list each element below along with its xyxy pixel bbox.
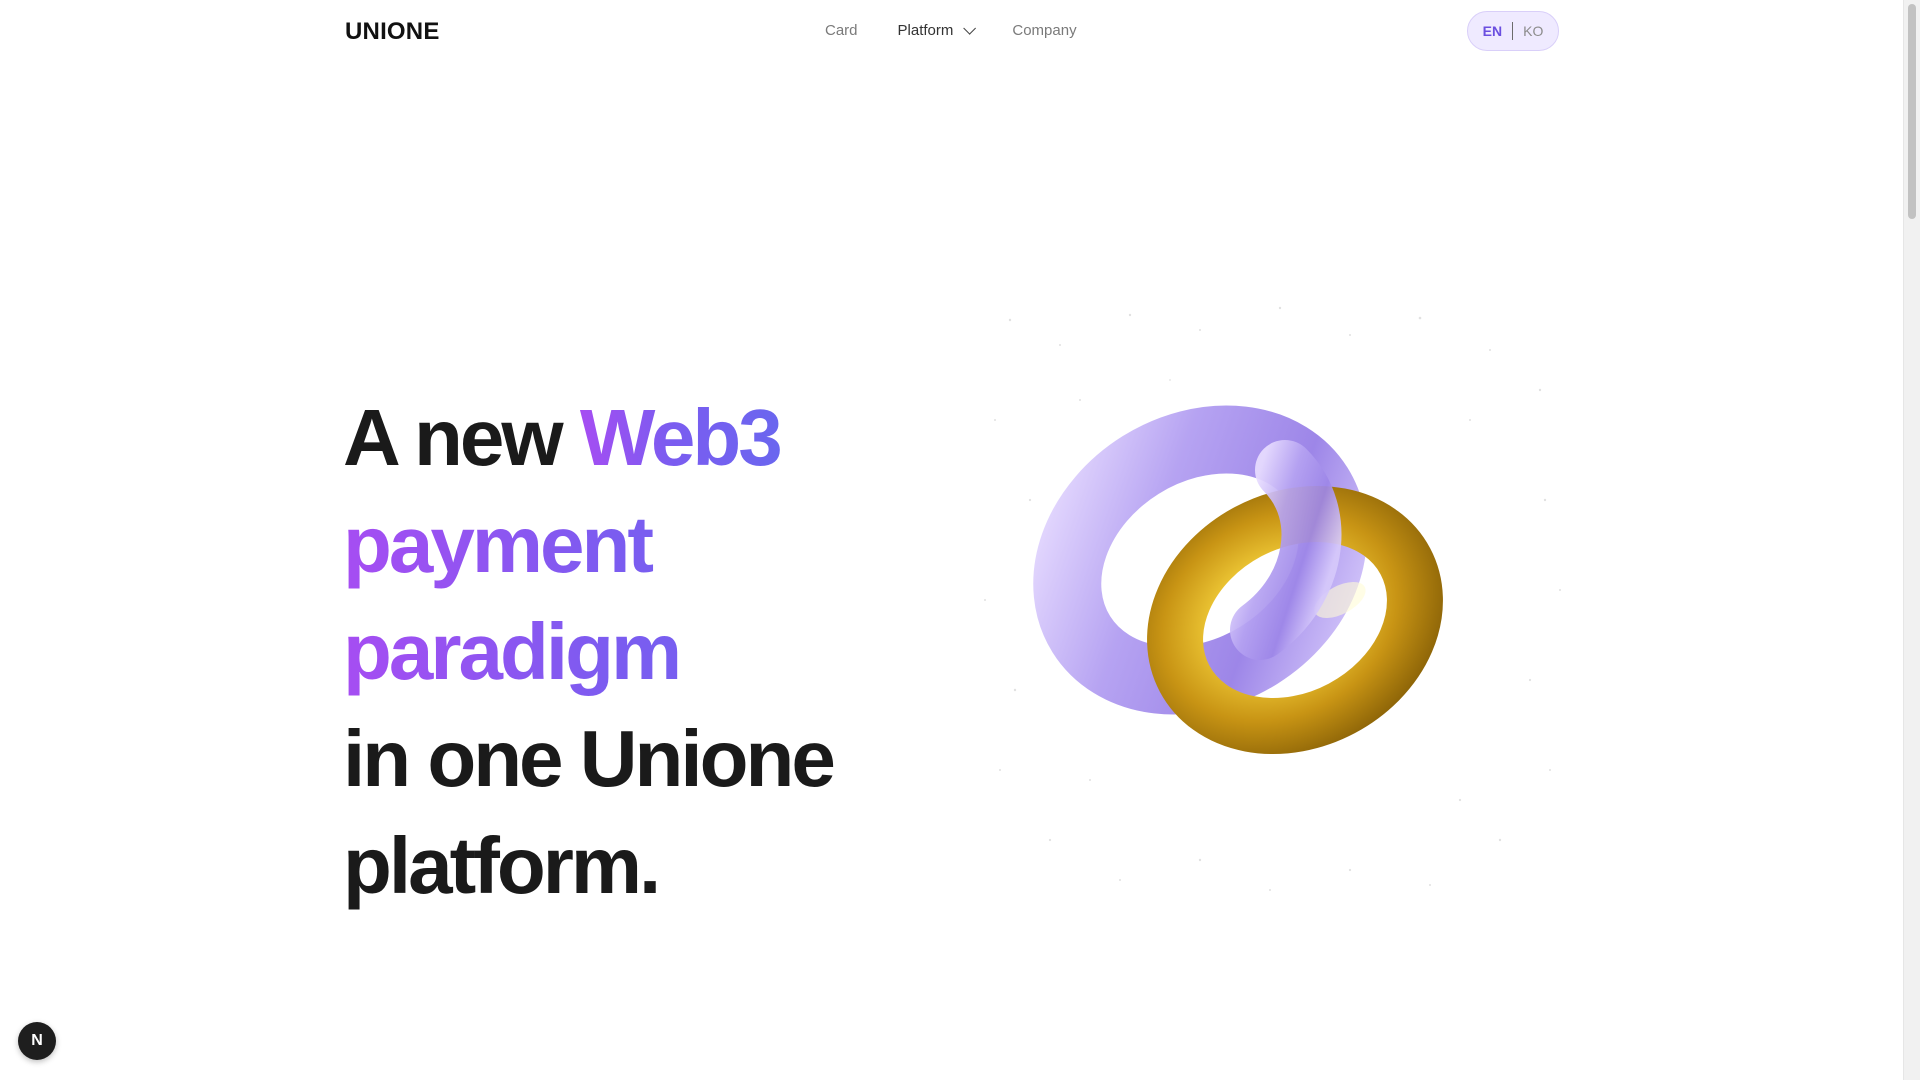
hero-visual xyxy=(970,300,1570,900)
hero-line-1: A new Web3 xyxy=(343,384,943,491)
hero-line-2: payment xyxy=(343,491,943,598)
hero-line-4: in one Unione xyxy=(343,713,836,803)
hero-line-1-accent: Web3 xyxy=(579,392,783,482)
nav-item-platform[interactable]: Platform xyxy=(897,22,977,39)
hero-line-5: platform. xyxy=(343,820,661,910)
landing-page: UNIONE Card Platform Company EN KO A new… xyxy=(0,0,1920,1080)
hero-line-1-plain: A new xyxy=(343,392,564,482)
language-ko-button[interactable]: KO xyxy=(1513,23,1553,39)
scrollbar-thumb[interactable] xyxy=(1908,4,1916,219)
hero-headline: A new Web3 payment paradigm in one Union… xyxy=(343,384,943,919)
interlocked-rings-icon xyxy=(984,306,1561,891)
language-en-button[interactable]: EN xyxy=(1473,23,1512,39)
main-nav: Card Platform Company xyxy=(825,22,1077,39)
next-badge-letter: N xyxy=(31,1032,43,1049)
site-header: UNIONE Card Platform Company EN KO xyxy=(0,0,1904,64)
chevron-down-icon xyxy=(963,22,977,35)
nav-item-card-label: Card xyxy=(825,22,858,39)
scrollbar[interactable] xyxy=(1903,0,1920,1080)
nav-item-platform-label: Platform xyxy=(897,22,954,39)
hero-line-3: paradigm xyxy=(343,598,943,705)
site-logo[interactable]: UNIONE xyxy=(345,18,440,46)
next-logo-icon[interactable]: N xyxy=(18,1022,56,1060)
nav-item-card[interactable]: Card xyxy=(825,22,858,39)
language-switch: EN KO xyxy=(1467,11,1559,51)
nav-item-company[interactable]: Company xyxy=(1012,22,1076,39)
nav-item-company-label: Company xyxy=(1012,22,1077,39)
